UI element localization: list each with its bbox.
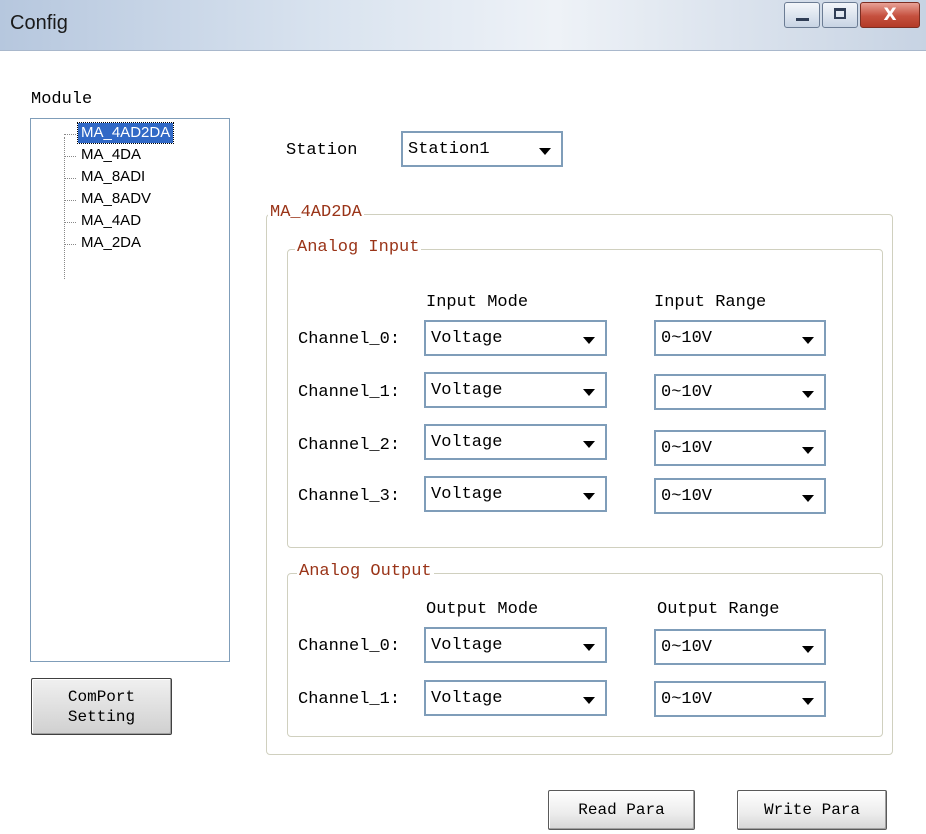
output-range-header: Output Range [657,600,780,619]
tree-item-ma-4ad[interactable]: MA_4AD [64,211,214,233]
module-tree[interactable]: MA_4AD2DA MA_4DA MA_8ADI MA_8ADV MA_4AD … [30,118,230,662]
chevron-down-icon [583,441,595,448]
chevron-down-icon [583,493,595,500]
mode-value: Voltage [431,485,503,504]
input-channel-3-mode-select[interactable]: Voltage [424,476,607,512]
chevron-down-icon [802,337,814,344]
output-channel-1-range-select[interactable]: 0~10V [654,681,826,717]
output-channel-0-label: Channel_0: [298,637,401,656]
chevron-down-icon [802,646,814,653]
mode-value: Voltage [431,381,503,400]
tree-item-label: MA_2DA [81,234,142,251]
analog-input-title: Analog Input [295,238,422,258]
station-label: Station [286,141,358,160]
tree-item-label: MA_4DA [81,146,142,163]
chevron-down-icon [802,698,814,705]
mode-value: Voltage [431,329,503,348]
chevron-down-icon [583,697,595,704]
output-channel-0-mode-select[interactable]: Voltage [424,627,607,663]
chevron-down-icon [802,495,814,502]
maximize-button[interactable] [822,2,858,28]
input-channel-0-range-select[interactable]: 0~10V [654,320,826,356]
tree-item-ma-8adi[interactable]: MA_8ADI [64,167,214,189]
output-channel-1-label: Channel_1: [298,690,401,709]
input-channel-0-mode-select[interactable]: Voltage [424,320,607,356]
input-range-header: Input Range [654,293,767,312]
output-channel-1-mode-select[interactable]: Voltage [424,680,607,716]
mode-value: Voltage [431,689,503,708]
chevron-down-icon [539,148,551,155]
minimize-button[interactable] [784,2,820,28]
tree-item-label: MA_8ADV [81,190,152,207]
read-para-button[interactable]: Read Para [548,790,695,830]
title-bar: Config X [0,0,926,51]
tree-item-label: MA_4AD [81,212,142,229]
range-value: 0~10V [661,638,713,657]
mode-value: Voltage [431,433,503,452]
input-channel-2-mode-select[interactable]: Voltage [424,424,607,460]
close-button[interactable]: X [860,2,920,28]
output-mode-header: Output Mode [426,600,539,619]
range-value: 0~10V [661,487,713,506]
tree-item-label: MA_8ADI [81,168,146,185]
chevron-down-icon [583,389,595,396]
tree-item-ma-4ad2da[interactable]: MA_4AD2DA [64,122,214,145]
input-channel-1-range-select[interactable]: 0~10V [654,374,826,410]
window-controls: X [782,2,920,30]
input-channel-3-range-select[interactable]: 0~10V [654,478,826,514]
input-channel-1-mode-select[interactable]: Voltage [424,372,607,408]
comport-setting-button[interactable]: ComPort Setting [31,678,172,735]
module-group-title: MA_4AD2DA [268,203,364,223]
tree-item-ma-4da[interactable]: MA_4DA [64,145,214,167]
tree-item-ma-2da[interactable]: MA_2DA [64,233,214,255]
chevron-down-icon [583,337,595,344]
station-select[interactable]: Station1 [401,131,563,167]
input-channel-2-label: Channel_2: [298,436,401,455]
tree-item-label: MA_4AD2DA [76,122,175,144]
chevron-down-icon [802,447,814,454]
chevron-down-icon [583,644,595,651]
maximize-icon [834,8,846,19]
range-value: 0~10V [661,383,713,402]
range-value: 0~10V [661,439,713,458]
tree-item-ma-8adv[interactable]: MA_8ADV [64,189,214,211]
input-channel-0-label: Channel_0: [298,330,401,349]
range-value: 0~10V [661,329,713,348]
window-title: Config [10,12,68,34]
analog-output-title: Analog Output [297,562,434,582]
chevron-down-icon [802,391,814,398]
input-channel-3-label: Channel_3: [298,487,401,506]
input-channel-1-label: Channel_1: [298,383,401,402]
module-label: Module [31,90,93,109]
mode-value: Voltage [431,636,503,655]
station-value: Station1 [408,140,490,159]
minimize-icon [796,18,809,21]
input-channel-2-range-select[interactable]: 0~10V [654,430,826,466]
write-para-button[interactable]: Write Para [737,790,887,830]
output-channel-0-range-select[interactable]: 0~10V [654,629,826,665]
input-mode-header: Input Mode [426,293,529,312]
close-icon: X [883,5,897,25]
range-value: 0~10V [661,690,713,709]
